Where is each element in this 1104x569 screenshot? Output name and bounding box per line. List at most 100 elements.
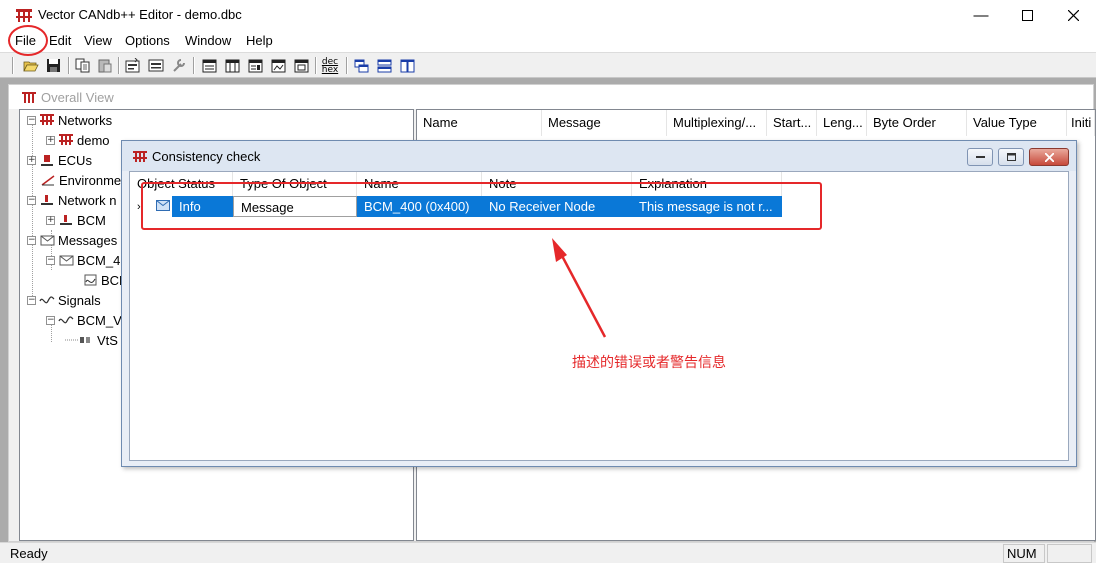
tree-label: ECUs [58, 152, 92, 168]
overall-view-title: Overall View [41, 90, 114, 105]
consistency-check-icon [133, 151, 147, 162]
collapse-toggle[interactable]: − [27, 195, 36, 205]
minimize-icon: — [973, 6, 989, 24]
tree-label: VtS [97, 332, 118, 348]
collapse-toggle[interactable]: − [27, 295, 36, 305]
tools-button[interactable] [169, 56, 189, 75]
toolbar-separator [346, 57, 347, 74]
column-header-multiplexing[interactable]: Multiplexing/... [667, 110, 767, 136]
dialog-maximize-button[interactable] [998, 148, 1024, 166]
overall-view-icon [22, 92, 36, 103]
column-header-initial-value[interactable]: Initi [1067, 110, 1095, 136]
environment-variable-icon [40, 172, 56, 188]
tree-item-bcm-signal[interactable]: − BCM_V [46, 311, 122, 329]
expand-toggle[interactable]: + [46, 135, 55, 145]
view-detail-button[interactable] [245, 56, 265, 75]
status-text: Ready [10, 546, 48, 561]
toolbar-separator [193, 57, 194, 74]
graphic-view-icon [271, 59, 285, 72]
node-icon [39, 192, 55, 208]
collapse-toggle[interactable]: − [27, 115, 36, 125]
tree-item-environment[interactable]: Environme [40, 171, 121, 189]
window-view-icon [294, 59, 308, 72]
cascade-windows-icon [354, 59, 368, 72]
column-header-value-type[interactable]: Value Type [967, 110, 1067, 136]
cascade-button[interactable] [351, 56, 371, 75]
close-icon [1044, 152, 1054, 162]
save-disk-icon [46, 59, 60, 72]
tile-vertical-button[interactable] [397, 56, 417, 75]
annotation-highlight-box [141, 182, 822, 230]
collapse-toggle[interactable]: − [46, 255, 55, 265]
message-envelope-icon [58, 252, 74, 268]
network-icon [39, 112, 55, 128]
tree-item-network-nodes[interactable]: − Network n [27, 191, 117, 209]
dialog-minimize-button[interactable] [967, 148, 993, 166]
save-button[interactable] [43, 56, 63, 75]
tree-item-bcm-node[interactable]: + BCM [46, 211, 106, 229]
view-columns-button[interactable] [222, 56, 242, 75]
edit-object-button[interactable] [146, 56, 166, 75]
collapse-toggle[interactable]: − [46, 315, 55, 325]
open-button[interactable] [21, 56, 41, 75]
network-icon [58, 132, 74, 148]
menu-view[interactable]: View [84, 33, 112, 48]
expand-toggle[interactable]: + [46, 215, 55, 225]
overall-view-titlebar[interactable]: Overall View [9, 85, 1093, 109]
tree-item-signals[interactable]: − Signals [27, 291, 101, 309]
detail-view-icon [248, 59, 262, 72]
dec-hex-toggle-button[interactable]: dec hex [318, 56, 342, 75]
menu-bar: File Edit View Options Window Help [0, 30, 1096, 52]
column-header-name[interactable]: Name [417, 110, 542, 136]
tree-item-messages[interactable]: − Messages [27, 231, 117, 249]
status-pane [1047, 544, 1092, 563]
maximize-button[interactable] [1004, 0, 1050, 30]
columns-view-icon [225, 59, 239, 72]
minimize-button[interactable]: — [958, 0, 1004, 30]
close-window-button[interactable] [1050, 0, 1096, 30]
tile-horizontal-button[interactable] [374, 56, 394, 75]
view-graphic-button[interactable] [268, 56, 288, 75]
copy-icon [75, 58, 90, 73]
menu-window[interactable]: Window [185, 33, 231, 48]
dialog-close-button[interactable] [1029, 148, 1069, 166]
collapse-toggle[interactable]: − [27, 235, 36, 245]
new-object-button[interactable] [123, 56, 143, 75]
tree-label: BCM [77, 212, 106, 228]
wrench-icon [173, 59, 185, 72]
tree-label: Messages [58, 232, 118, 248]
menu-help[interactable]: Help [246, 33, 273, 48]
maximize-icon [1006, 153, 1016, 161]
paste-button[interactable] [95, 56, 115, 75]
tree-item-networks[interactable]: − Networks [27, 111, 112, 129]
node-icon [58, 212, 74, 228]
status-bar: Ready NUM [0, 542, 1096, 563]
tree-item-ecus[interactable]: + ECUs [27, 151, 92, 169]
num-lock-indicator: NUM [1003, 544, 1045, 563]
expand-toggle[interactable]: + [27, 155, 36, 165]
menu-edit[interactable]: Edit [49, 33, 71, 48]
column-header-length[interactable]: Leng... [817, 110, 867, 136]
toolbar-grip [12, 57, 13, 74]
column-header-byte-order[interactable]: Byte Order [867, 110, 967, 136]
column-header-startbit[interactable]: Start... [767, 110, 817, 136]
view-window-button[interactable] [291, 56, 311, 75]
paste-icon [98, 59, 112, 73]
tree-item-vts[interactable]: VtS [64, 331, 118, 349]
column-header-message[interactable]: Message [542, 110, 667, 136]
tree-item-bcm-message[interactable]: − BCM_4 [46, 251, 120, 269]
window-edge [0, 563, 1104, 569]
consistency-check-titlebar[interactable]: Consistency check [122, 141, 1076, 171]
window-titlebar: Vector CANdb++ Editor - demo.dbc — [0, 0, 1096, 30]
view-list-button[interactable] [199, 56, 219, 75]
maximize-icon [1021, 9, 1033, 21]
toolbar-separator [118, 57, 119, 74]
tree-label: Networks [58, 112, 113, 128]
candb-app-icon [16, 9, 32, 22]
copy-button[interactable] [73, 56, 93, 75]
menu-options[interactable]: Options [125, 33, 170, 48]
tree-item-demo[interactable]: + demo [46, 131, 110, 149]
tree-label: demo [77, 132, 110, 148]
list-view-icon [202, 59, 216, 72]
toolbar: dec hex [0, 52, 1096, 78]
